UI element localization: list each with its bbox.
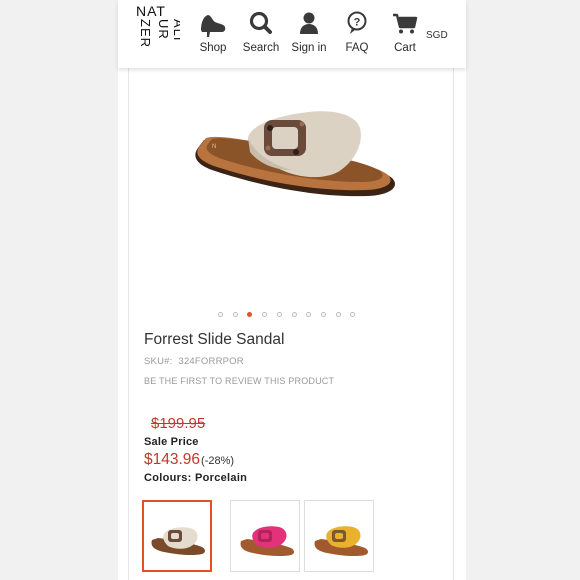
nav-shop[interactable]: Shop	[189, 10, 237, 54]
gallery-dot[interactable]	[291, 312, 297, 317]
nav-search[interactable]: Search	[237, 10, 285, 54]
brand-logo[interactable]: NAT ZER UR ALI	[134, 3, 186, 63]
product-page: NAT ZER UR ALI Shop Search Sign in ? FAQ…	[118, 0, 466, 580]
sku-label: SKU#:	[144, 356, 173, 367]
sale-price-label: Sale Price	[144, 436, 199, 448]
cart-icon	[381, 10, 429, 40]
sale-price: $143.96(-28%)	[144, 451, 234, 469]
swatch-porcelain-image	[151, 527, 205, 556]
nav-sign-in-label: Sign in	[291, 42, 327, 54]
product-sku: SKU#: 324FORRPOR	[144, 356, 244, 367]
discount-percent: (-28%)	[201, 455, 235, 467]
user-icon	[285, 10, 333, 40]
gallery-dot[interactable]	[320, 312, 326, 317]
nav-sign-in[interactable]: Sign in	[285, 10, 333, 54]
swatch-pink[interactable]	[230, 500, 300, 572]
sale-price-value: $143.96	[144, 451, 201, 468]
svg-text:UR: UR	[156, 19, 171, 40]
gallery-dot[interactable]	[232, 312, 238, 317]
original-price: $199.95	[151, 415, 206, 432]
svg-text:ZER: ZER	[138, 19, 153, 48]
logo-mark: NAT ZER UR ALI	[136, 3, 186, 48]
gallery-dot[interactable]	[218, 312, 223, 317]
product-main-image[interactable]: N	[178, 90, 406, 225]
svg-text:NAT: NAT	[136, 3, 166, 19]
nav-cart-label: Cart	[394, 42, 416, 54]
swatch-yellow[interactable]	[304, 500, 374, 572]
gallery-dot[interactable]	[335, 312, 341, 317]
shoe-icon	[189, 10, 237, 40]
site-header: NAT ZER UR ALI Shop Search Sign in ? FAQ…	[118, 0, 466, 68]
svg-text:?: ?	[354, 17, 361, 29]
currency-selector[interactable]: SGD	[426, 30, 448, 41]
nav-search-label: Search	[242, 42, 280, 54]
selected-colour: Colours: Porcelain	[144, 472, 248, 484]
swatch-yellow-image	[314, 526, 368, 557]
first-review-link[interactable]: BE THE FIRST TO REVIEW THIS PRODUCT	[144, 376, 334, 386]
search-icon	[237, 10, 285, 40]
swatch-porcelain[interactable]	[142, 500, 212, 572]
swatch-pink-image	[240, 526, 294, 557]
svg-text:N: N	[212, 144, 216, 150]
svg-text:ALI: ALI	[171, 19, 180, 42]
nav-shop-label: Shop	[199, 42, 227, 54]
nav-cart[interactable]: Cart	[381, 10, 429, 54]
sku-value: 324FORRPOR	[178, 356, 244, 367]
help-bubble-icon: ?	[333, 10, 381, 40]
product-title: Forrest Slide Sandal	[144, 331, 285, 348]
nav-faq[interactable]: ? FAQ	[333, 10, 381, 54]
gallery-dot[interactable]	[276, 312, 282, 317]
nav-faq-label: FAQ	[345, 42, 369, 54]
